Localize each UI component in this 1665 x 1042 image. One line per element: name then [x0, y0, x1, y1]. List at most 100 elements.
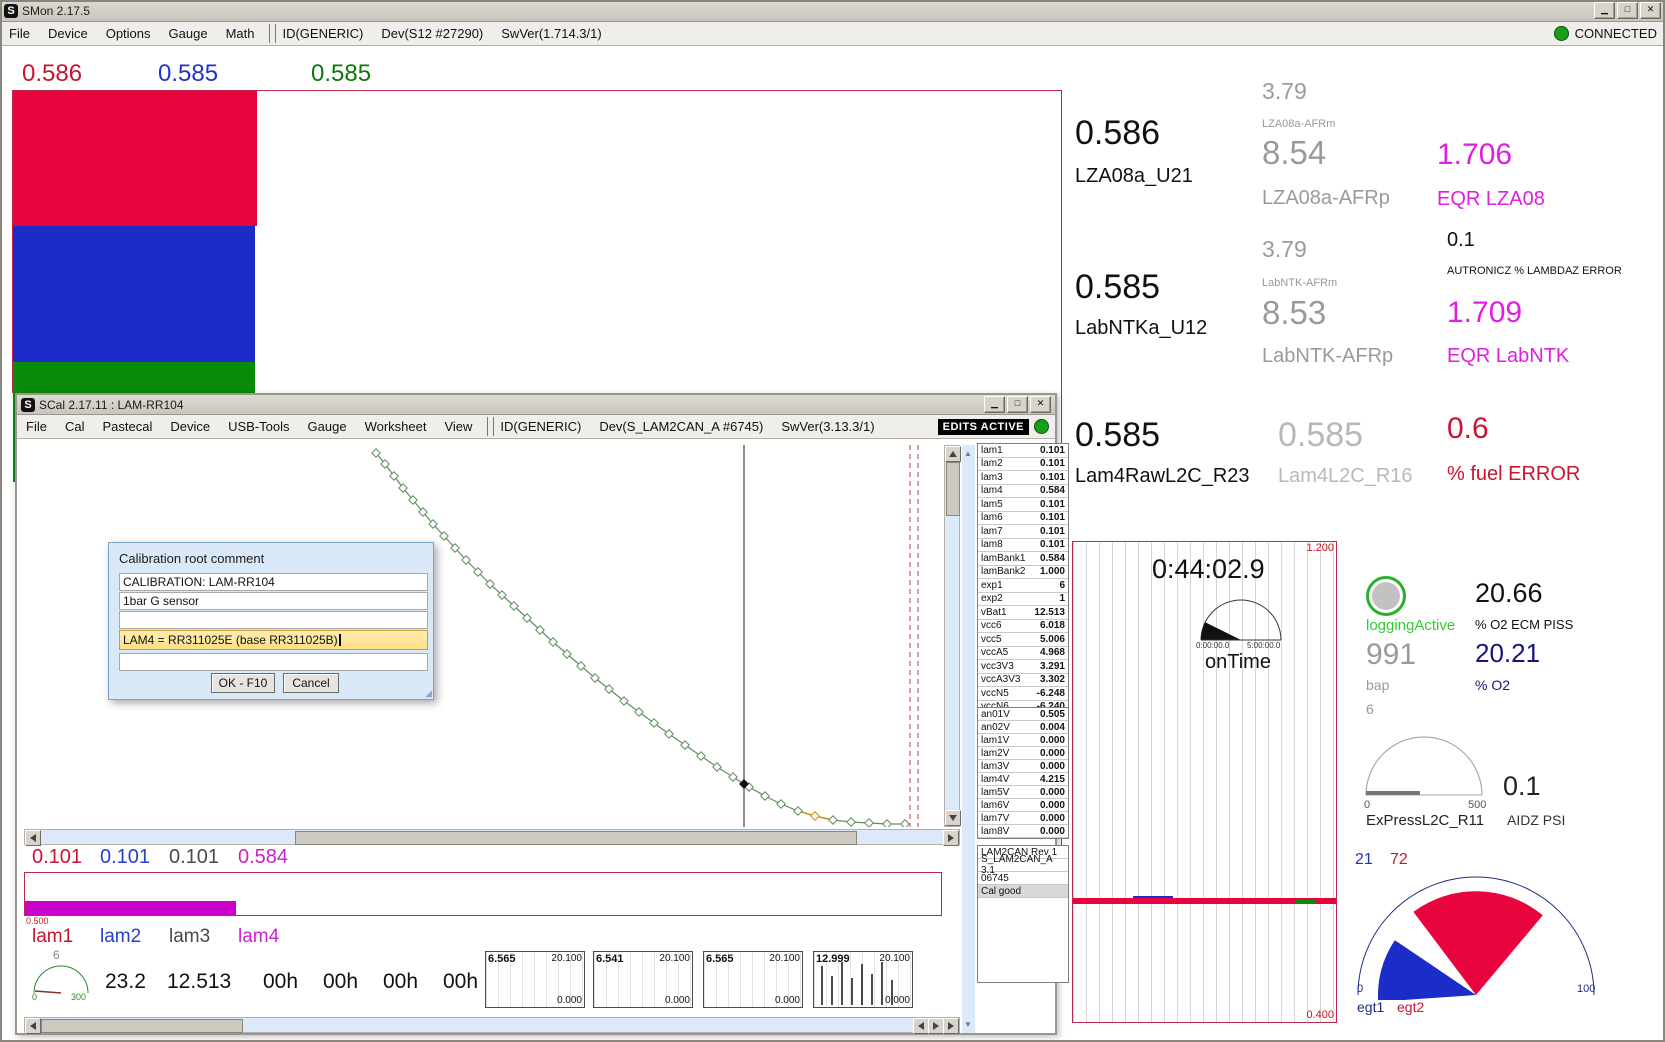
scroll-left-icon[interactable] — [25, 1018, 41, 1034]
menu-item[interactable]: Math — [217, 26, 264, 41]
menu-item[interactable]: View — [435, 419, 481, 434]
menu-item[interactable]: Cal — [56, 419, 94, 434]
scroll-down-icon[interactable] — [945, 810, 961, 826]
cancel-button[interactable]: Cancel — [283, 673, 339, 693]
channel-value: 4.968 — [1040, 647, 1065, 658]
scroll-left-icon[interactable] — [25, 830, 41, 846]
comment-field-4-active[interactable]: LAM4 = RR311025E (base RR311025B) — [119, 630, 428, 650]
lam4-label: lam4 — [238, 927, 279, 946]
menu-item[interactable]: Worksheet — [356, 419, 436, 434]
channel-row: vccA5 4.968 — [978, 647, 1068, 661]
vbat-readout: 12.513 — [167, 971, 231, 992]
readout-lza08a-u21-value: 0.586 — [1075, 116, 1160, 150]
device-info-item: Dev(S_LAM2CAN_A #6745) — [599, 419, 763, 434]
readout-labntk-afrm-value: 3.79 — [1262, 238, 1307, 261]
ontime-scale-min: 0:00:00.0 — [1196, 642, 1229, 650]
hscroll-thumb[interactable] — [295, 831, 857, 845]
readout-eqr-lza08-value: 1.706 — [1437, 140, 1512, 170]
readout-eqr-labntk-value: 1.709 — [1447, 298, 1522, 328]
readout-labntk-afrp-value: 8.53 — [1262, 296, 1326, 329]
scroll-right-icon[interactable] — [943, 830, 959, 846]
menu-item[interactable]: Device — [161, 419, 219, 434]
express-scale-min: 0 — [1364, 800, 1370, 811]
comment-field-2[interactable]: 1bar G sensor — [119, 592, 428, 610]
scroll-up-icon[interactable] — [945, 446, 961, 462]
mini-chart-3: 6.565 20.100 0.000 — [703, 951, 803, 1008]
strip-trace-green — [1295, 900, 1315, 904]
mini-chart-value: 6.541 — [596, 953, 624, 965]
channel-value: 1 — [1059, 593, 1065, 604]
voltage-value: 0.004 — [1040, 722, 1065, 733]
bottom-bar-lam4 — [25, 901, 236, 915]
maximize-icon[interactable]: □ — [1617, 2, 1638, 19]
bottom-hscrollbar[interactable] — [24, 1017, 960, 1033]
channel-value: 0.101 — [1040, 539, 1065, 550]
voltage-name: an02V — [981, 722, 1010, 733]
comment-field-3[interactable] — [119, 611, 428, 629]
bottom-hscroll-thumb[interactable] — [41, 1019, 243, 1033]
comment-field-5[interactable] — [119, 653, 428, 671]
smon-window-title: SMon 2.17.5 — [22, 4, 90, 18]
channel-value: 6 — [1059, 580, 1065, 591]
menu-item[interactable]: Gauge — [160, 26, 217, 41]
channel-row: vBat1 12.513 — [978, 606, 1068, 620]
panel-scroll-strip[interactable]: ▲ ▼ — [962, 445, 975, 1033]
scroll-right-icon[interactable] — [943, 1018, 959, 1034]
ok-button[interactable]: OK - F10 — [211, 673, 275, 693]
top-bar-chart — [12, 90, 1062, 393]
mini-chart-value: 6.565 — [706, 953, 734, 965]
menu-item[interactable]: File — [17, 419, 56, 434]
bottom-value-lam1: 0.101 — [32, 847, 82, 867]
scal-maximize-icon[interactable]: □ — [1007, 396, 1028, 413]
scroll-down-icon[interactable]: ▼ — [964, 1020, 972, 1029]
menu-item[interactable]: Device — [39, 26, 97, 41]
close-icon[interactable]: ✕ — [1640, 2, 1661, 19]
scroll-right-icon[interactable] — [928, 1018, 944, 1034]
scroll-up-icon[interactable]: ▲ — [964, 449, 972, 458]
strip-min-label: 0.400 — [1306, 1010, 1334, 1021]
dialog-resize-grip[interactable]: ◢ — [425, 688, 432, 699]
voltage-name: lam3V — [981, 761, 1009, 772]
edits-active-badge: EDITS ACTIVE — [938, 419, 1029, 435]
readout-eqr-lza08-label: EQR LZA08 — [1437, 189, 1545, 209]
channel-name: vBat1 — [981, 607, 1007, 618]
voltage-row: an02V 0.004 — [978, 721, 1068, 734]
chart-vscrollbar[interactable] — [944, 445, 960, 827]
minimize-icon[interactable]: ▁ — [1594, 2, 1615, 19]
chart-hscrollbar[interactable] — [24, 829, 960, 845]
scal-minimize-icon[interactable]: ▁ — [984, 396, 1005, 413]
voltage-value: 0.000 — [1040, 748, 1065, 759]
voltage-name: an01V — [981, 709, 1010, 720]
channel-row: lam3 0.101 — [978, 471, 1068, 485]
strip-max-label: 1.200 — [1306, 543, 1334, 554]
top-chart-bar-red — [13, 91, 257, 226]
mini-chart-value: 12.999 — [816, 953, 850, 965]
scal-close-icon[interactable]: ✕ — [1030, 396, 1051, 413]
channel-row: lam8 0.101 — [978, 539, 1068, 553]
readout-autronicz-value: 0.1 — [1447, 230, 1475, 250]
bt-gauge-max: 300 — [71, 993, 86, 1002]
channel-name: lam7 — [981, 526, 1003, 537]
menu-item[interactable]: Pastecal — [93, 419, 161, 434]
voltage-row: lam5V 0.000 — [978, 786, 1068, 799]
voltage-row: lam6V 0.000 — [978, 799, 1068, 812]
aidz-label: AIDZ PSI — [1507, 813, 1565, 827]
menu-item[interactable]: USB-Tools — [219, 419, 298, 434]
voltage-name: lam2V — [981, 748, 1009, 759]
scroll-left-icon[interactable] — [913, 1018, 929, 1034]
menu-item[interactable]: File — [0, 26, 39, 41]
vscroll-thumb[interactable] — [946, 462, 960, 516]
mini-chart-min: 0.000 — [557, 995, 582, 1006]
comment-field-1[interactable]: CALIBRATION: LAM-RR104 — [119, 573, 428, 591]
mini-chart-2: 6.541 20.100 0.000 — [593, 951, 693, 1008]
channel-row: exp2 1 — [978, 593, 1068, 607]
bottom-bar-chart — [24, 872, 942, 916]
voltage-value: 0.000 — [1040, 813, 1065, 824]
channel-name: vccN5 — [981, 688, 1009, 699]
menu-item[interactable]: Gauge — [299, 419, 356, 434]
readout-lam4raw-label: Lam4RawL2C_R23 — [1075, 466, 1250, 486]
channel-value: -6.248 — [1037, 688, 1065, 699]
mini-chart-value: 6.565 — [488, 953, 516, 965]
menu-item[interactable]: Options — [97, 26, 160, 41]
channel-row: lam7 0.101 — [978, 525, 1068, 539]
